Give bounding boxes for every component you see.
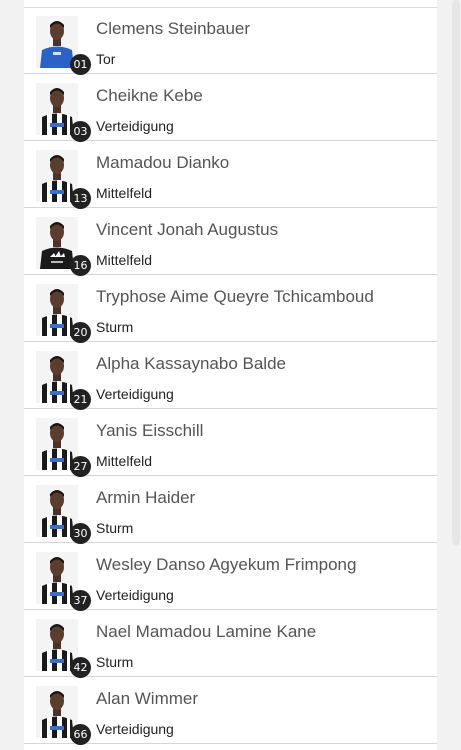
jersey-number-badge: 01	[70, 54, 91, 75]
player-row[interactable]: 30 Armin Haider Sturm	[24, 477, 437, 544]
player-name: Armin Haider	[96, 488, 196, 507]
jersey-number-badge: 66	[70, 724, 91, 745]
player-name: Tryphose Aime Queyre Tchicamboud	[96, 287, 374, 306]
player-row[interactable]: 66 Alan Wimmer Verteidigung	[24, 678, 437, 745]
player-row[interactable]: 16 Vincent Jonah Augustus Mittelfeld	[24, 209, 437, 276]
player-position: Mittelfeld	[96, 252, 153, 268]
jersey-number-badge: 37	[70, 590, 91, 611]
jersey-number-badge: 21	[70, 389, 91, 410]
player-position: Sturm	[96, 520, 134, 536]
player-position: Mittelfeld	[96, 453, 153, 469]
player-position: Verteidigung	[96, 587, 174, 603]
jersey-number-badge: 42	[70, 657, 91, 678]
jersey-number-badge: 16	[70, 255, 91, 276]
player-row[interactable]: 20 Tryphose Aime Queyre Tchicamboud Sturm	[24, 276, 437, 343]
player-position: Tor	[96, 51, 116, 67]
player-row[interactable]: 42 Nael Mamadou Lamine Kane Sturm	[24, 611, 437, 678]
player-name: Nael Mamadou Lamine Kane	[96, 622, 317, 641]
player-name: Yanis Eisschill	[96, 421, 204, 440]
player-name: Clemens Steinbauer	[96, 19, 251, 38]
player-name: Cheikne Kebe	[96, 86, 203, 105]
player-row[interactable]: 21 Alpha Kassaynabo Balde Verteidigung	[24, 343, 437, 410]
player-position: Verteidigung	[96, 118, 174, 134]
player-row[interactable]: 01 Clemens Steinbauer Tor	[24, 8, 437, 75]
player-name: Wesley Danso Agyekum Frimpong	[96, 555, 357, 574]
player-row[interactable]: 37 Wesley Danso Agyekum Frimpong Verteidig…	[24, 544, 437, 611]
player-position: Mittelfeld	[96, 185, 153, 201]
player-row[interactable]: 27 Yanis Eisschill Mittelfeld	[24, 410, 437, 477]
player-list-page: 01 Clemens Steinbauer Tor 03 Cheikne Kebe Ver…	[0, 0, 461, 750]
player-name: Alan Wimmer	[96, 689, 199, 708]
player-position: Sturm	[96, 319, 134, 335]
player-position: Verteidigung	[96, 721, 174, 737]
player-name: Alpha Kassaynabo Balde	[96, 354, 286, 373]
player-name: Vincent Jonah Augustus	[96, 220, 279, 239]
jersey-number-badge: 30	[70, 523, 91, 544]
player-row[interactable]: 13 Mamadou Dianko Mittelfeld	[24, 142, 437, 209]
player-position: Verteidigung	[96, 386, 174, 402]
jersey-number-badge: 27	[70, 456, 91, 477]
jersey-number-badge: 03	[70, 121, 91, 142]
player-name: Mamadou Dianko	[96, 153, 230, 172]
player-row[interactable]: 03 Cheikne Kebe Verteidigung	[24, 75, 437, 142]
scrollbar[interactable]	[452, 0, 460, 545]
jersey-number-badge: 13	[70, 188, 91, 209]
player-position: Sturm	[96, 654, 134, 670]
jersey-number-badge: 20	[70, 322, 91, 343]
